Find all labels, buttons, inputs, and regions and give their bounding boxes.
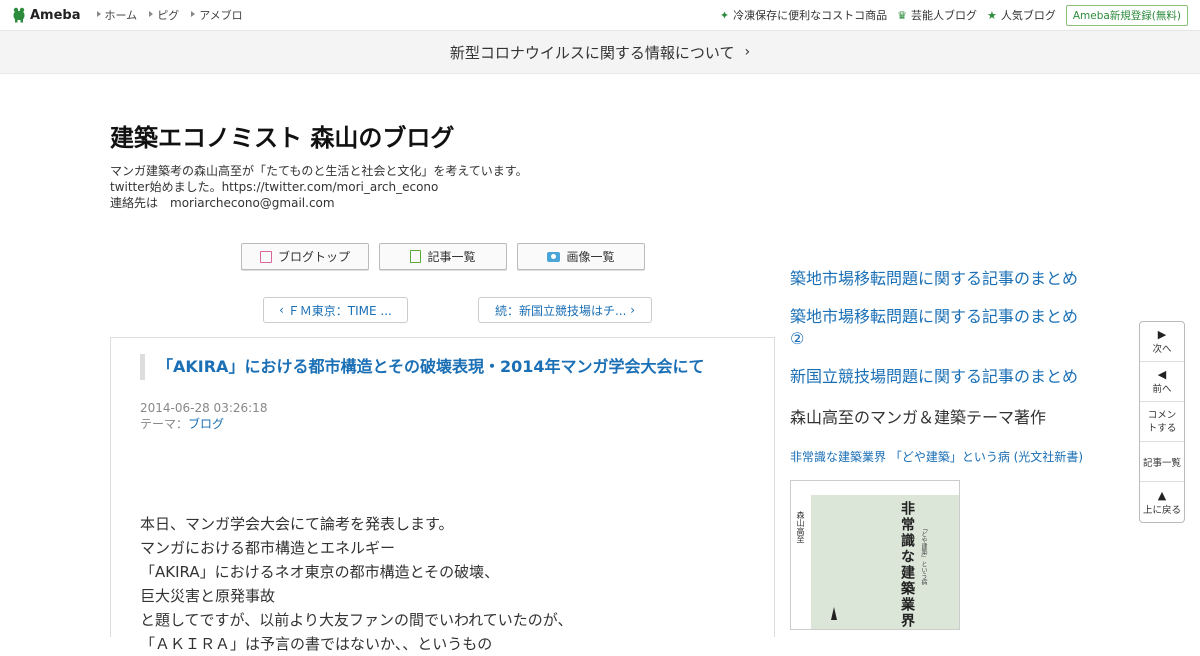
triangle-left-icon: ◀ xyxy=(1157,368,1167,381)
article-theme: テーマ：ブログ xyxy=(140,416,774,432)
theme-link[interactable]: ブログ xyxy=(188,417,224,431)
blog-desc-line: 連絡先は moriarchecono@gmail.com xyxy=(110,196,335,210)
theme-label: テーマ： xyxy=(140,417,189,431)
nav-home-link[interactable]: ホーム xyxy=(96,7,137,23)
book-author: 森山高至 xyxy=(796,511,805,543)
celebrity-blog-label: 芸能人ブログ xyxy=(910,9,977,22)
blog-nav-buttons: ブログトップ 記事一覧 画像一覧 xyxy=(241,243,645,270)
chevron-left-icon: ‹ xyxy=(279,303,288,317)
camera-icon xyxy=(547,251,561,262)
article-paragraph: 「AKIRA」におけるネオ東京の都市構造とその破壊、 xyxy=(140,563,500,581)
document-icon xyxy=(410,250,422,263)
image-list-label: 画像一覧 xyxy=(566,250,615,264)
prev-article-link[interactable]: ‹ ＦＭ東京：TIME ... xyxy=(263,297,408,323)
celebrity-blog-link[interactable]: ♛ 芸能人ブログ xyxy=(897,7,977,23)
chevron-right-icon: › xyxy=(744,44,751,60)
register-button[interactable]: Ameba新規登録(無料) xyxy=(1065,4,1188,26)
article-list-button[interactable]: 記事一覧 xyxy=(379,243,507,270)
article-paragraph: と題してですが、以前より大友ファンの間でいわれていたのが、 xyxy=(140,611,573,629)
corona-info-banner[interactable]: 新型コロナウイルスに関する情報について › xyxy=(0,31,1200,74)
next-label: 次へ xyxy=(1152,344,1172,355)
sidebar-link-stadium[interactable]: 新国立競技場問題に関する記事のまとめ xyxy=(790,366,1090,388)
article: 「AKIRA」における都市構造とその破壊表現・2014年マンガ学会大会にて 20… xyxy=(110,337,775,653)
article-paragraph: マンガにおける都市構造とエネルギー xyxy=(140,539,396,557)
article-meta: 2014-06-28 03:26:18 テーマ：ブログ xyxy=(140,400,774,432)
next-article-label: 続：新国立競技場はチ... xyxy=(494,303,627,318)
book-link[interactable]: 非常識な建築業界 「どや建築」という病 (光文社新書) xyxy=(790,448,1090,465)
blog-header: 建築エコノミスト 森山のブログ マンガ建築考の森山高至が「たてものと生活と社会と… xyxy=(110,118,810,211)
blog-desc-line: twitter始めました。https://twitter.com/mori_ar… xyxy=(110,180,439,194)
comment-button[interactable]: コメントする xyxy=(1140,402,1184,442)
article-date: 2014-06-28 03:26:18 xyxy=(140,401,268,415)
sparkle-icon: ✦ xyxy=(719,8,730,22)
top-nav: Ameba ホーム ピグ アメブロ ✦ 冷凍保存に便利なコストコ商品 ♛ 芸能人… xyxy=(0,0,1200,31)
sidebar-link-tsukiji-2[interactable]: 築地市場移転問題に関する記事のまとめ② xyxy=(790,306,1090,350)
article-paragraph: 巨大災害と原発事故 xyxy=(140,587,276,605)
ameba-logo-icon xyxy=(13,7,25,23)
crown-icon: ♛ xyxy=(897,8,907,22)
promo-nav: ✦ 冷凍保存に便利なコストコ商品 ♛ 芸能人ブログ ★ 人気ブログ Ameba新… xyxy=(720,4,1188,26)
prev-button[interactable]: ◀ 前へ xyxy=(1140,362,1184,402)
sidebar-link-tsukiji[interactable]: 築地市場移転問題に関する記事のまとめ xyxy=(790,268,1090,290)
sidebar: 築地市場移転問題に関する記事のまとめ 築地市場移転問題に関する記事のまとめ② 新… xyxy=(790,268,1090,630)
blog-top-label: ブログトップ xyxy=(277,250,350,264)
next-article-link[interactable]: 続：新国立競技場はチ... › xyxy=(478,297,652,323)
book-cover-image[interactable]: 非常識な建築業界 「どや建築」という病 森山高至 xyxy=(790,480,960,630)
blog-title[interactable]: 建築エコノミスト 森山のブログ xyxy=(110,118,810,153)
floating-nav: ▶ 次へ ◀ 前へ コメントする 記事一覧 ▲ 上に戻る xyxy=(1139,321,1185,523)
ameba-logo[interactable]: Ameba xyxy=(12,7,81,23)
article-list-float-button[interactable]: 記事一覧 xyxy=(1140,442,1184,482)
blog-top-icon xyxy=(259,250,272,263)
back-to-top-button[interactable]: ▲ 上に戻る xyxy=(1140,482,1184,522)
triangle-up-icon: ▲ xyxy=(1157,488,1167,502)
blog-top-button[interactable]: ブログトップ xyxy=(241,243,369,270)
popular-blog-link[interactable]: ★ 人気ブログ xyxy=(987,7,1056,23)
image-list-button[interactable]: 画像一覧 xyxy=(517,243,645,270)
article-list-label: 記事一覧 xyxy=(427,250,476,264)
popular-blog-label: 人気ブログ xyxy=(1000,9,1056,22)
article-paragraph: 「ＡＫＩＲＡ」は予言の書ではないか、、というもの xyxy=(140,635,493,653)
blog-description: マンガ建築考の森山高至が「たてものと生活と社会と文化」を考えています。 twit… xyxy=(110,163,810,211)
book-cover-art xyxy=(811,495,959,629)
article-paragraph: 本日、マンガ学会大会にて論考を発表します。 xyxy=(140,515,454,533)
next-button[interactable]: ▶ 次へ xyxy=(1140,322,1184,362)
ameba-logo-text: Ameba xyxy=(30,7,81,23)
nav-pigg-link[interactable]: ピグ xyxy=(149,7,179,23)
promo-costco-label: 冷凍保存に便利なコストコ商品 xyxy=(733,9,888,22)
article-list-float-label: 記事一覧 xyxy=(1142,457,1181,469)
book-cover-figure xyxy=(831,607,837,620)
star-icon: ★ xyxy=(986,8,997,22)
chevron-right-icon: › xyxy=(626,303,636,317)
book-title: 非常識な建築業界 xyxy=(899,501,915,629)
triangle-right-icon: ▶ xyxy=(1157,328,1167,341)
banner-text: 新型コロナウイルスに関する情報について xyxy=(449,43,735,62)
sidebar-heading: 森山高至のマンガ＆建築テーマ著作 xyxy=(790,408,1047,427)
promo-costco-link[interactable]: ✦ 冷凍保存に便利なコストコ商品 xyxy=(720,7,887,23)
comment-label: コメントする xyxy=(1147,409,1177,434)
back-to-top-label: 上に戻る xyxy=(1142,504,1181,516)
prev-article-label: ＦＭ東京：TIME ... xyxy=(287,303,392,318)
article-title[interactable]: 「AKIRA」における都市構造とその破壊表現・2014年マンガ学会大会にて xyxy=(140,354,774,380)
blog-desc-line: マンガ建築考の森山高至が「たてものと生活と社会と文化」を考えています。 xyxy=(110,164,528,178)
book-subtitle: 「どや建築」という病 xyxy=(920,525,927,585)
nav-ameblo-link[interactable]: アメブロ xyxy=(191,7,243,23)
global-nav: ホーム ピグ アメブロ xyxy=(96,7,243,23)
article-pager: ‹ ＦＭ東京：TIME ... 続：新国立競技場はチ... › xyxy=(263,297,652,323)
article-body: 本日、マンガ学会大会にて論考を発表します。 マンガにおける都市構造とエネルギー … xyxy=(140,512,774,656)
prev-label: 前へ xyxy=(1152,384,1172,395)
